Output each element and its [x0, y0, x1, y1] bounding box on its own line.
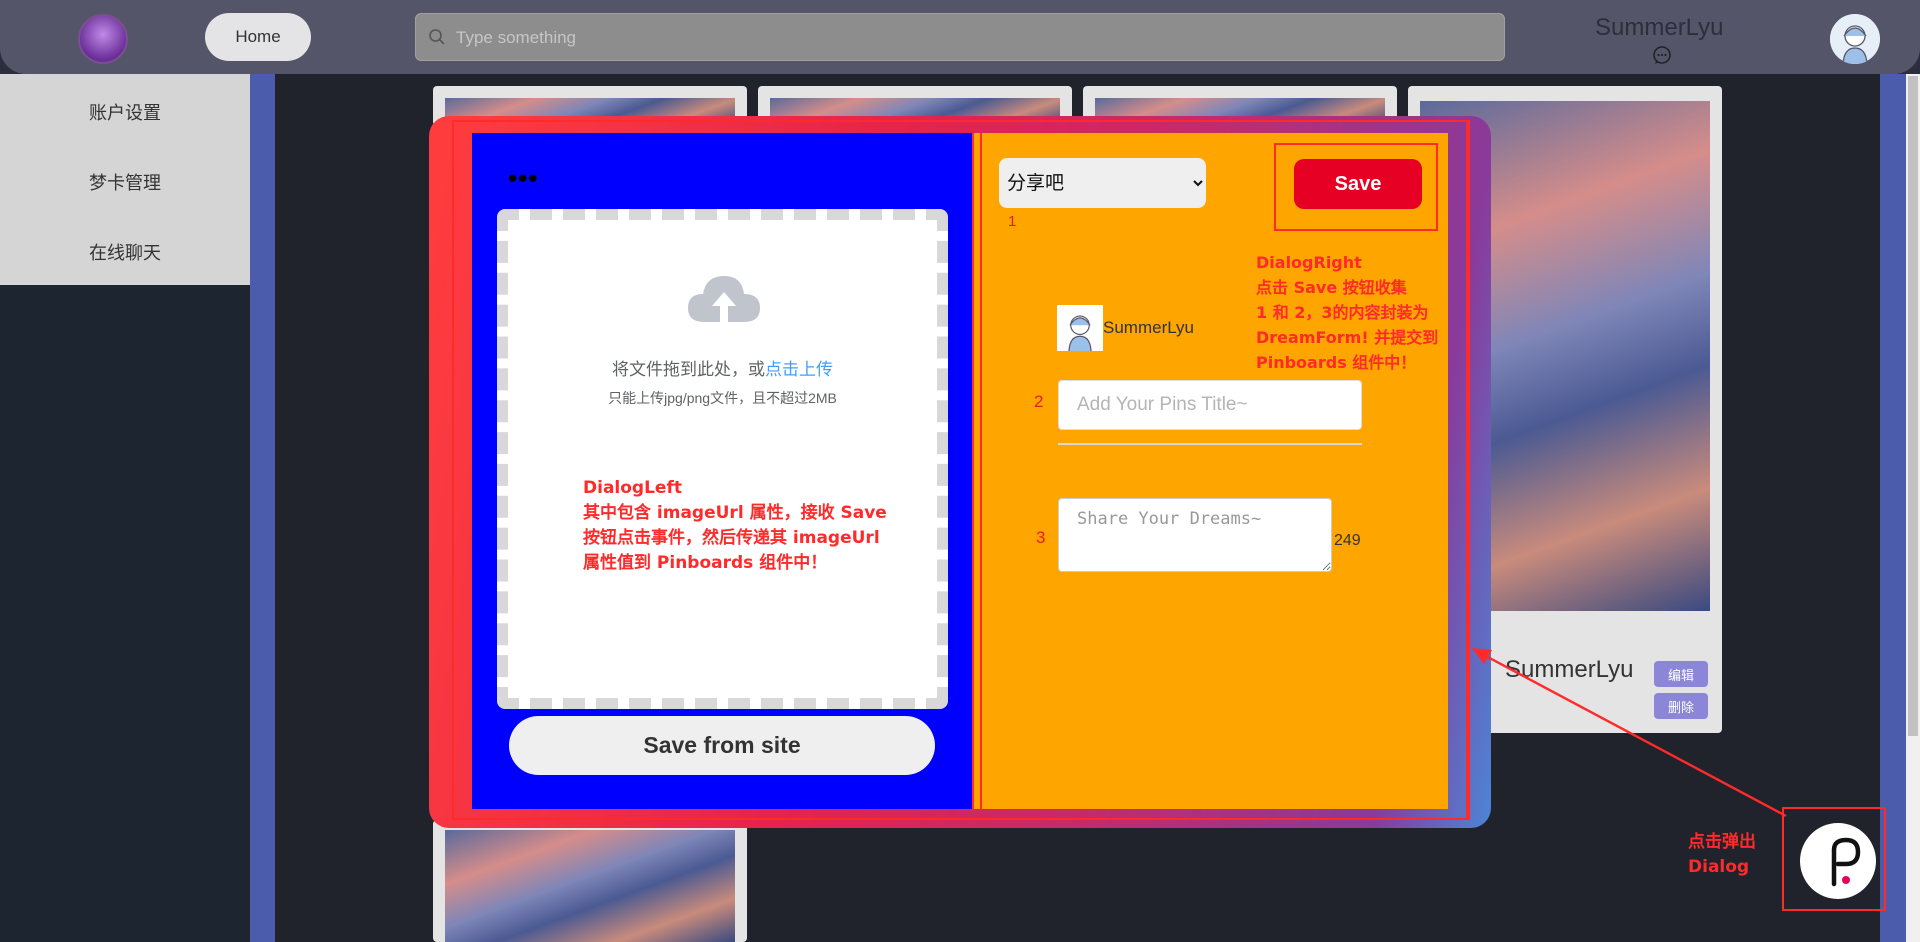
- annotation-line: DialogLeft: [583, 478, 682, 498]
- annotation-line: DialogRight: [1256, 253, 1362, 272]
- annotation-divider: [1466, 120, 1468, 820]
- avatar-illustration-icon: [1057, 305, 1103, 351]
- user-avatar[interactable]: [1830, 14, 1880, 64]
- annotation-marker-2: 2: [1034, 392, 1044, 411]
- char-count: 249: [1334, 532, 1361, 549]
- pin-title-input[interactable]: [1058, 380, 1362, 430]
- pin-description-textarea[interactable]: [1058, 498, 1332, 572]
- app-logo[interactable]: [78, 14, 128, 64]
- pinboard-logo-icon: [1831, 837, 1861, 887]
- sidebar-item-account-settings[interactable]: 账户设置: [0, 99, 250, 125]
- content-border-left: [250, 74, 275, 942]
- more-options-button[interactable]: •••: [508, 165, 538, 191]
- annotation-line: 按钮点击事件，然后传递其 imageUrl: [583, 528, 880, 548]
- sidebar-menu: 账户设置 梦卡管理 在线聊天: [0, 74, 250, 285]
- upload-cloud-icon: [688, 276, 760, 326]
- upload-text: 将文件拖到此处，或: [612, 360, 765, 379]
- annotation-arrow-icon: [1472, 648, 1787, 818]
- annotation-line: 1 和 2，3的内容封装为: [1256, 303, 1429, 322]
- annotation-line: 属性值到 Pinboards 组件中！: [583, 553, 828, 573]
- upload-tip: 只能上传jpg/png文件，且不超过2MB: [608, 390, 837, 406]
- annotation-line: 点击 Save 按钮收集: [1256, 278, 1407, 297]
- pin-card[interactable]: [433, 820, 747, 942]
- upload-link[interactable]: 点击上传: [765, 360, 833, 379]
- board-select[interactable]: 分享吧: [999, 158, 1206, 208]
- sidebar-background: [0, 285, 250, 942]
- pin-image: [445, 830, 735, 942]
- annotation-divider: [972, 133, 974, 809]
- save-button[interactable]: Save: [1294, 159, 1422, 209]
- annotation-marker-1: 1: [1008, 213, 1017, 230]
- upload-instruction: 将文件拖到此处，或点击上传: [497, 355, 948, 380]
- chat-icon[interactable]: [1652, 45, 1672, 65]
- top-navbar: Home SummerLyu: [0, 0, 1920, 74]
- annotation-line: Dialog: [1688, 857, 1750, 877]
- sidebar-item-card-management[interactable]: 梦卡管理: [0, 169, 250, 195]
- search-box[interactable]: [415, 13, 1505, 62]
- annotation-marker-3: 3: [1036, 528, 1046, 547]
- annotation-line: DreamForm! 并提交到: [1256, 328, 1439, 347]
- save-from-site-button[interactable]: Save from site: [509, 716, 935, 775]
- annotation-note-dialog-left: DialogLeft 其中包含 imageUrl 属性，接收 Save 按钮点击…: [583, 476, 913, 576]
- pin-author-name: SummerLyu: [1103, 318, 1195, 337]
- sidebar-item-online-chat[interactable]: 在线聊天: [0, 239, 250, 265]
- search-input[interactable]: [454, 14, 1498, 62]
- annotation-line: 点击弹出: [1688, 832, 1756, 852]
- divider: [1058, 443, 1362, 445]
- pin-author-avatar: [1057, 305, 1103, 351]
- annotation-line: 其中包含 imageUrl 属性，接收 Save: [583, 503, 887, 523]
- scrollbar-thumb[interactable]: [1908, 76, 1918, 736]
- avatar-illustration-icon: [1830, 14, 1880, 64]
- create-pin-button[interactable]: [1800, 823, 1876, 899]
- annotation-note-dialog-right: DialogRight 点击 Save 按钮收集 1 和 2，3的内容封装为 D…: [1256, 250, 1456, 375]
- annotation-note-open-dialog: 点击弹出 Dialog: [1688, 830, 1778, 880]
- dialog-right-panel: [974, 133, 1448, 809]
- annotation-divider: [980, 133, 982, 809]
- search-icon: [429, 29, 445, 45]
- home-button[interactable]: Home: [205, 13, 311, 61]
- annotation-line: Pinboards 组件中！: [1256, 353, 1417, 372]
- header-username: SummerLyu: [1595, 14, 1724, 41]
